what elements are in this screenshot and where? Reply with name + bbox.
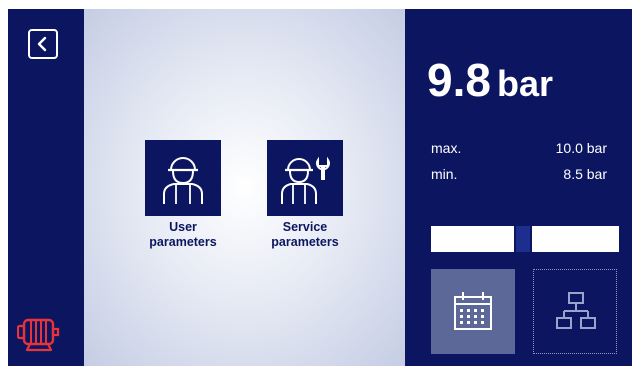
calendar-icon — [454, 292, 492, 330]
menu-area: User parameters Service parameters — [84, 9, 405, 366]
service-parameters-label-line1: Service — [282, 220, 328, 234]
min-label: min. — [431, 166, 458, 182]
device-screen: User parameters Service parameters 9.8 ba… — [8, 9, 632, 366]
network-button[interactable] — [533, 269, 617, 354]
pressure-level-bar — [431, 226, 619, 252]
user-parameters-label-line2: parameters — [149, 235, 217, 249]
min-value: 8.5 bar — [563, 166, 607, 182]
service-worker-icon — [281, 156, 330, 204]
max-value: 10.0 bar — [555, 140, 607, 156]
motor-icon — [17, 318, 60, 352]
back-button[interactable] — [28, 29, 58, 59]
status-panel: 9.8 bar max. 10.0 bar min. 8.5 bar — [405, 9, 632, 366]
level-bar-right — [532, 226, 619, 252]
worker-icon — [163, 157, 203, 204]
pressure-readout: 9.8 bar — [427, 53, 553, 107]
level-bar-left — [431, 226, 514, 252]
user-parameters-button[interactable] — [145, 140, 221, 216]
chevron-left-icon — [37, 36, 47, 52]
user-parameters-label: User parameters — [128, 220, 238, 250]
calendar-button[interactable] — [431, 269, 515, 354]
pressure-unit: bar — [496, 63, 553, 104]
level-marker — [516, 226, 530, 252]
service-parameters-label: Service parameters — [250, 220, 360, 250]
service-parameters-button[interactable] — [267, 140, 343, 216]
service-parameters-label-line2: parameters — [271, 235, 339, 249]
network-icon — [556, 292, 596, 329]
pressure-value: 9.8 — [427, 54, 491, 106]
sidebar — [8, 9, 84, 366]
max-label: max. — [431, 140, 462, 156]
user-parameters-label-line1: User — [169, 220, 197, 234]
